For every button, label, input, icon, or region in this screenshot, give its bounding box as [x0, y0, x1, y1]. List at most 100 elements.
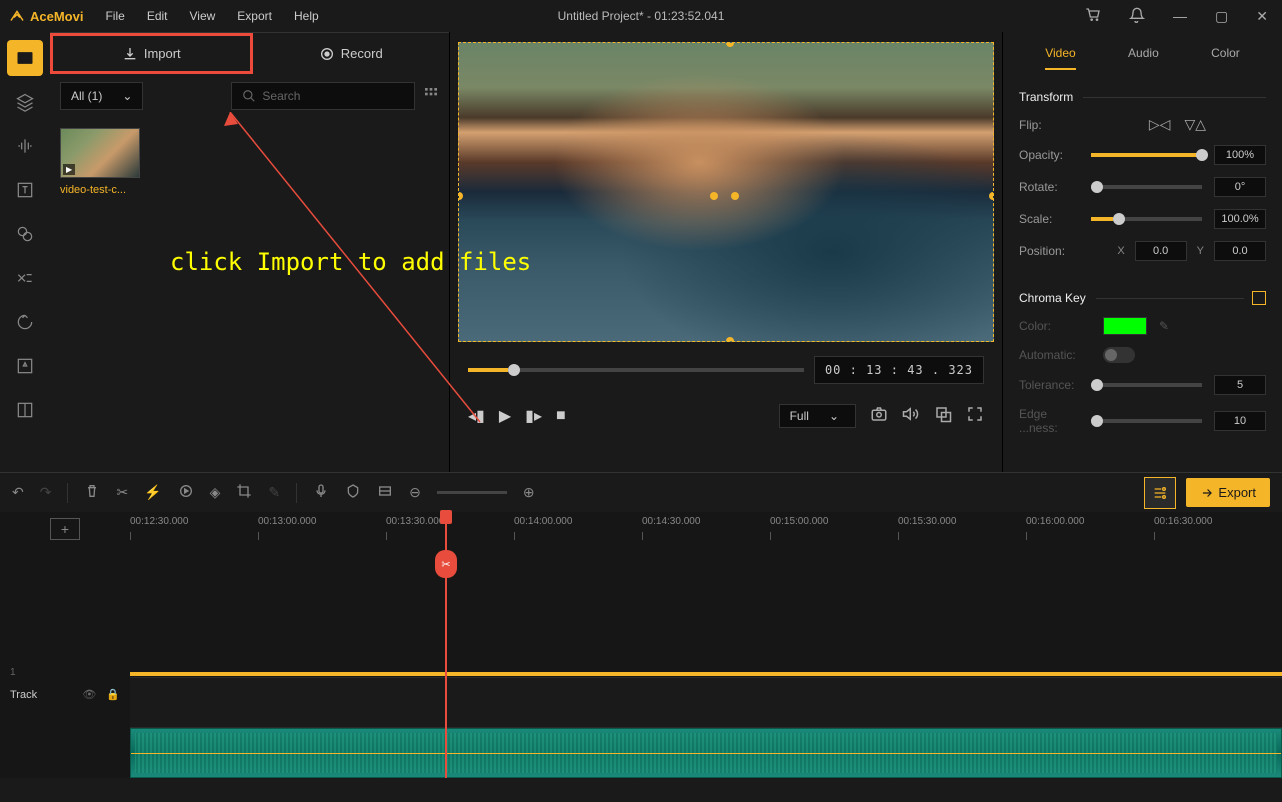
detach-icon[interactable] [934, 405, 952, 428]
zoom-out-icon[interactable]: ⊖ [409, 484, 421, 501]
cart-icon[interactable] [1079, 5, 1107, 28]
edge-slider[interactable] [1091, 419, 1202, 423]
track-number: 1 [10, 667, 16, 678]
rail-text[interactable] [7, 172, 43, 208]
opacity-label: Opacity: [1019, 148, 1079, 162]
opacity-slider[interactable] [1091, 153, 1202, 157]
timeline-settings-button[interactable] [1144, 477, 1176, 509]
edit-icon[interactable]: ✎ [268, 484, 280, 501]
menu-edit[interactable]: Edit [137, 5, 178, 27]
edge-label: Edge ...ness: [1019, 407, 1079, 435]
media-thumbnail[interactable]: video-test-c... [60, 128, 140, 196]
grid-view-icon[interactable] [423, 86, 439, 107]
rail-media[interactable] [7, 40, 43, 76]
edge-value[interactable]: 10 [1214, 411, 1266, 431]
rail-animations[interactable] [7, 304, 43, 340]
menu-view[interactable]: View [180, 5, 226, 27]
marker-icon[interactable] [345, 483, 361, 502]
menu-export[interactable]: Export [227, 5, 282, 27]
section-chroma: Chroma Key [1019, 281, 1266, 311]
speed-icon[interactable]: ⚡ [144, 484, 161, 501]
rail-split[interactable] [7, 392, 43, 428]
thumbnail-label: video-test-c... [60, 184, 140, 196]
eyedropper-icon[interactable]: ✎ [1159, 319, 1169, 333]
section-transform: Transform [1019, 80, 1266, 110]
rotate-label: Rotate: [1019, 180, 1079, 194]
flip-vertical-icon[interactable]: ▽△ [1184, 116, 1206, 133]
speed-curve-icon[interactable] [178, 483, 194, 502]
crop-icon[interactable] [236, 483, 252, 502]
media-filter-dropdown[interactable]: All (1)⌄ [60, 82, 143, 110]
rail-transitions[interactable] [7, 260, 43, 296]
zoom-slider[interactable] [437, 491, 507, 494]
playhead[interactable]: ✂ [445, 512, 447, 778]
chroma-enable-checkbox[interactable] [1252, 291, 1266, 305]
tab-color[interactable]: Color [1211, 46, 1240, 70]
menu-help[interactable]: Help [284, 5, 329, 27]
automatic-toggle[interactable] [1103, 347, 1135, 363]
delete-icon[interactable] [84, 483, 100, 502]
time-tick: 00:14:00.000 [514, 516, 572, 527]
tolerance-label: Tolerance: [1019, 378, 1079, 392]
zoom-in-icon[interactable]: ⊕ [523, 484, 535, 501]
scale-value[interactable]: 100.0% [1214, 209, 1266, 229]
color-label: Color: [1019, 319, 1079, 333]
rotate-slider[interactable] [1091, 185, 1202, 189]
fullscreen-icon[interactable] [966, 405, 984, 428]
minimize-button[interactable]: — [1167, 6, 1193, 26]
keyframe-icon[interactable]: ◈ [210, 484, 221, 501]
tab-video[interactable]: Video [1045, 46, 1075, 70]
export-button[interactable]: Export [1186, 478, 1270, 507]
audio-clip[interactable] [130, 728, 1282, 778]
flip-horizontal-icon[interactable]: ▷◁ [1149, 116, 1171, 133]
undo-icon[interactable]: ↶ [12, 484, 24, 501]
thumbnail-icon[interactable] [377, 483, 393, 502]
tolerance-value[interactable]: 5 [1214, 375, 1266, 395]
bell-icon[interactable] [1123, 5, 1151, 28]
cut-icon[interactable]: ✂ [116, 484, 128, 501]
record-button[interactable]: Record [253, 33, 450, 74]
close-button[interactable]: ✕ [1250, 6, 1274, 27]
split-icon[interactable]: ✂ [435, 550, 457, 578]
time-tick: 00:13:00.000 [258, 516, 316, 527]
time-tick: 00:16:00.000 [1026, 516, 1084, 527]
maximize-button[interactable]: ▢ [1209, 6, 1234, 27]
scale-label: Scale: [1019, 212, 1079, 226]
add-track-button[interactable]: + [50, 518, 80, 540]
redo-icon[interactable]: ↷ [40, 484, 52, 501]
rail-elements[interactable] [7, 348, 43, 384]
seek-slider[interactable] [468, 368, 804, 372]
rail-filters[interactable] [7, 216, 43, 252]
import-button[interactable]: Import [50, 33, 253, 74]
volume-icon[interactable] [902, 405, 920, 428]
track-visibility-icon[interactable]: 👁 [82, 688, 96, 701]
position-x-input[interactable]: 0.0 [1135, 241, 1187, 261]
voiceover-icon[interactable] [313, 483, 329, 502]
rotate-value[interactable]: 0° [1214, 177, 1266, 197]
time-tick: 00:12:30.000 [130, 516, 188, 527]
next-frame-button[interactable]: ▮▸ [525, 406, 542, 426]
preview-canvas[interactable] [458, 42, 994, 342]
snapshot-icon[interactable] [870, 405, 888, 428]
search-input[interactable]: Search [231, 82, 415, 110]
prev-frame-button[interactable]: ◂▮ [468, 406, 485, 426]
opacity-value[interactable]: 100% [1214, 145, 1266, 165]
menu-file[interactable]: File [95, 5, 134, 27]
track-lock-icon[interactable]: 🔒 [106, 688, 120, 701]
rail-layers[interactable] [7, 84, 43, 120]
scale-slider[interactable] [1091, 217, 1202, 221]
tab-audio[interactable]: Audio [1128, 46, 1159, 70]
rail-audio[interactable] [7, 128, 43, 164]
timeline-tracks[interactable] [0, 548, 1282, 778]
stop-button[interactable]: ■ [556, 407, 566, 425]
time-tick: 00:14:30.000 [642, 516, 700, 527]
chroma-color-swatch[interactable] [1103, 317, 1147, 335]
timecode-display: 00 : 13 : 43 . 323 [814, 356, 984, 384]
time-tick: 00:15:30.000 [898, 516, 956, 527]
play-button[interactable]: ▶ [499, 406, 511, 426]
position-y-input[interactable]: 0.0 [1214, 241, 1266, 261]
tolerance-slider[interactable] [1091, 383, 1202, 387]
project-title: Untitled Project* - 01:23:52.041 [558, 9, 725, 23]
time-tick: 00:16:30.000 [1154, 516, 1212, 527]
fit-dropdown[interactable]: Full⌄ [779, 404, 856, 428]
